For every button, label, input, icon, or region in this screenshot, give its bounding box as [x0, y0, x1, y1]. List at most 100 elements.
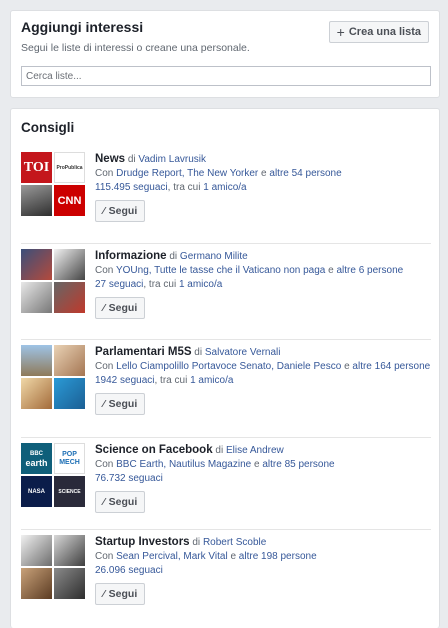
list-thumbnails[interactable]: [21, 345, 85, 409]
plus-icon: +: [336, 24, 345, 40]
cnn-logo-thumbnail: CNN: [54, 185, 85, 216]
list-info: Startup Investors di Robert Scoble Con S…: [95, 535, 431, 605]
list-members-link[interactable]: Lello Ciampolillo Portavoce Senato, Dani…: [116, 361, 341, 372]
list-title[interactable]: Parlamentari M5S: [95, 346, 192, 358]
list-info: Parlamentari M5S di Salvatore Vernali Co…: [95, 345, 431, 415]
list-author-link[interactable]: Vadim Lavrusik: [138, 154, 206, 165]
and-text: e: [328, 265, 334, 276]
list-title[interactable]: Informazione: [95, 250, 167, 262]
bbc-earth-logo-thumbnail: BBC earth: [21, 443, 52, 474]
list-author-link[interactable]: Salvatore Vernali: [205, 347, 281, 358]
by-text: di: [127, 154, 136, 165]
rss-icon: ⁄: [103, 205, 105, 217]
other-members-link[interactable]: altre 6 persone: [336, 265, 403, 276]
list-title[interactable]: Startup Investors: [95, 536, 190, 548]
by-text: di: [169, 251, 178, 262]
list-item: Informazione di Germano Milite Con YOUng…: [21, 243, 431, 339]
with-text: Con: [95, 361, 114, 372]
toi-logo-thumbnail: TOI: [21, 152, 52, 183]
follow-button[interactable]: ⁄ Segui: [95, 491, 146, 513]
add-interests-subtitle: Segui le liste di interessi o creane una…: [21, 42, 250, 54]
and-text: e: [344, 361, 350, 372]
person-photo-thumbnail: [54, 568, 85, 599]
other-members-link[interactable]: altre 164 persone: [352, 361, 430, 372]
list-members-link[interactable]: BBC Earth, Nautilus Magazine: [116, 459, 251, 470]
list-title[interactable]: Science on Facebook: [95, 444, 213, 456]
and-text: e: [254, 459, 260, 470]
follow-label: Segui: [108, 496, 138, 508]
and-text: e: [230, 551, 237, 562]
by-text: di: [194, 347, 203, 358]
and-text: e: [261, 168, 267, 179]
list-info: Science on Facebook di Elise Andrew Con …: [95, 443, 431, 513]
pop-mech-logo-thumbnail: POP MECH: [54, 443, 85, 474]
add-interests-card: Aggiungi interessi Segui le liste di int…: [10, 10, 440, 98]
list-thumbnails[interactable]: [21, 535, 85, 599]
person-photo-thumbnail: [54, 345, 85, 376]
followers-count[interactable]: 26.096 seguaci: [95, 565, 163, 576]
recommendations-title: Consigli: [21, 120, 75, 135]
among-text: , tra cui: [143, 279, 177, 290]
follow-button[interactable]: ⁄ Segui: [95, 393, 146, 415]
list-thumbnails[interactable]: [21, 249, 85, 313]
followers-count[interactable]: 27 seguaci: [95, 279, 143, 290]
follow-label: Segui: [108, 398, 138, 410]
recommendations-card: Consigli TOI ProPublica CNN News di Vadi…: [10, 108, 440, 628]
list-item: TOI ProPublica CNN News di Vadim Lavrusi…: [21, 147, 431, 243]
followers-count[interactable]: 115.495 seguaci: [95, 182, 168, 193]
mech-text: MECH: [59, 458, 80, 466]
other-members-link[interactable]: altre 198 persone: [239, 551, 317, 562]
science-logo-thumbnail: SCIENCE: [54, 476, 85, 507]
pop-text: POP: [62, 450, 77, 458]
person-photo-thumbnail: [21, 535, 52, 566]
among-text: , tra cui: [167, 182, 201, 193]
create-list-label: Crea una lista: [348, 26, 421, 38]
person-photo-thumbnail: [21, 249, 52, 280]
person-photo-thumbnail: [54, 535, 85, 566]
search-lists-input[interactable]: [21, 66, 431, 86]
follow-label: Segui: [108, 588, 138, 600]
followers-count[interactable]: 76.732 seguaci: [95, 473, 163, 484]
recommendations-list: TOI ProPublica CNN News di Vadim Lavrusi…: [21, 147, 431, 619]
friends-link[interactable]: 1 amico/a: [190, 375, 233, 386]
list-members-link[interactable]: Sean Percival, Mark Vital: [116, 551, 228, 562]
friends-link[interactable]: 1 amico/a: [179, 279, 222, 290]
follow-label: Segui: [108, 302, 138, 314]
rss-icon: ⁄: [103, 302, 105, 314]
list-author-link[interactable]: Germano Milite: [180, 251, 248, 262]
rss-icon: ⁄: [103, 398, 105, 410]
list-author-link[interactable]: Elise Andrew: [226, 445, 284, 456]
rss-icon: ⁄: [103, 588, 105, 600]
cartoon-thumbnail: [21, 282, 52, 313]
followers-count[interactable]: 1942 seguaci: [95, 375, 155, 386]
with-text: Con: [95, 551, 114, 562]
list-thumbnails[interactable]: BBC earth POP MECH NASA SCIENCE: [21, 443, 85, 507]
with-text: Con: [95, 265, 114, 276]
earth-text: earth: [25, 457, 48, 468]
by-text: di: [215, 445, 224, 456]
nasa-logo-thumbnail: NASA: [21, 476, 52, 507]
by-text: di: [192, 537, 201, 548]
with-text: Con: [95, 459, 114, 470]
person-photo-thumbnail: [21, 185, 52, 216]
list-author-link[interactable]: Robert Scoble: [203, 537, 266, 548]
among-text: , tra cui: [154, 375, 188, 386]
list-item: BBC earth POP MECH NASA SCIENCE Science …: [21, 437, 431, 529]
follow-button[interactable]: ⁄ Segui: [95, 583, 146, 605]
building-photo-thumbnail: [21, 345, 52, 376]
add-interests-title: Aggiungi interessi: [21, 19, 144, 35]
other-members-link[interactable]: altre 54 persone: [269, 168, 341, 179]
follow-button[interactable]: ⁄ Segui: [95, 297, 146, 319]
list-members-link[interactable]: Drudge Report, The New Yorker: [116, 168, 258, 179]
list-title[interactable]: News: [95, 153, 125, 165]
with-text: Con: [95, 168, 114, 179]
follow-button[interactable]: ⁄ Segui: [95, 200, 146, 222]
list-members-link[interactable]: YOUng, Tutte le tasse che il Vaticano no…: [116, 265, 325, 276]
rss-icon: ⁄: [103, 496, 105, 508]
other-members-link[interactable]: altre 85 persone: [262, 459, 334, 470]
create-list-button[interactable]: + Crea una lista: [328, 21, 429, 43]
list-thumbnails[interactable]: TOI ProPublica CNN: [21, 152, 85, 216]
list-item: Parlamentari M5S di Salvatore Vernali Co…: [21, 339, 431, 437]
friends-link[interactable]: 1 amico/a: [203, 182, 246, 193]
propublica-logo-thumbnail: ProPublica: [54, 152, 85, 183]
